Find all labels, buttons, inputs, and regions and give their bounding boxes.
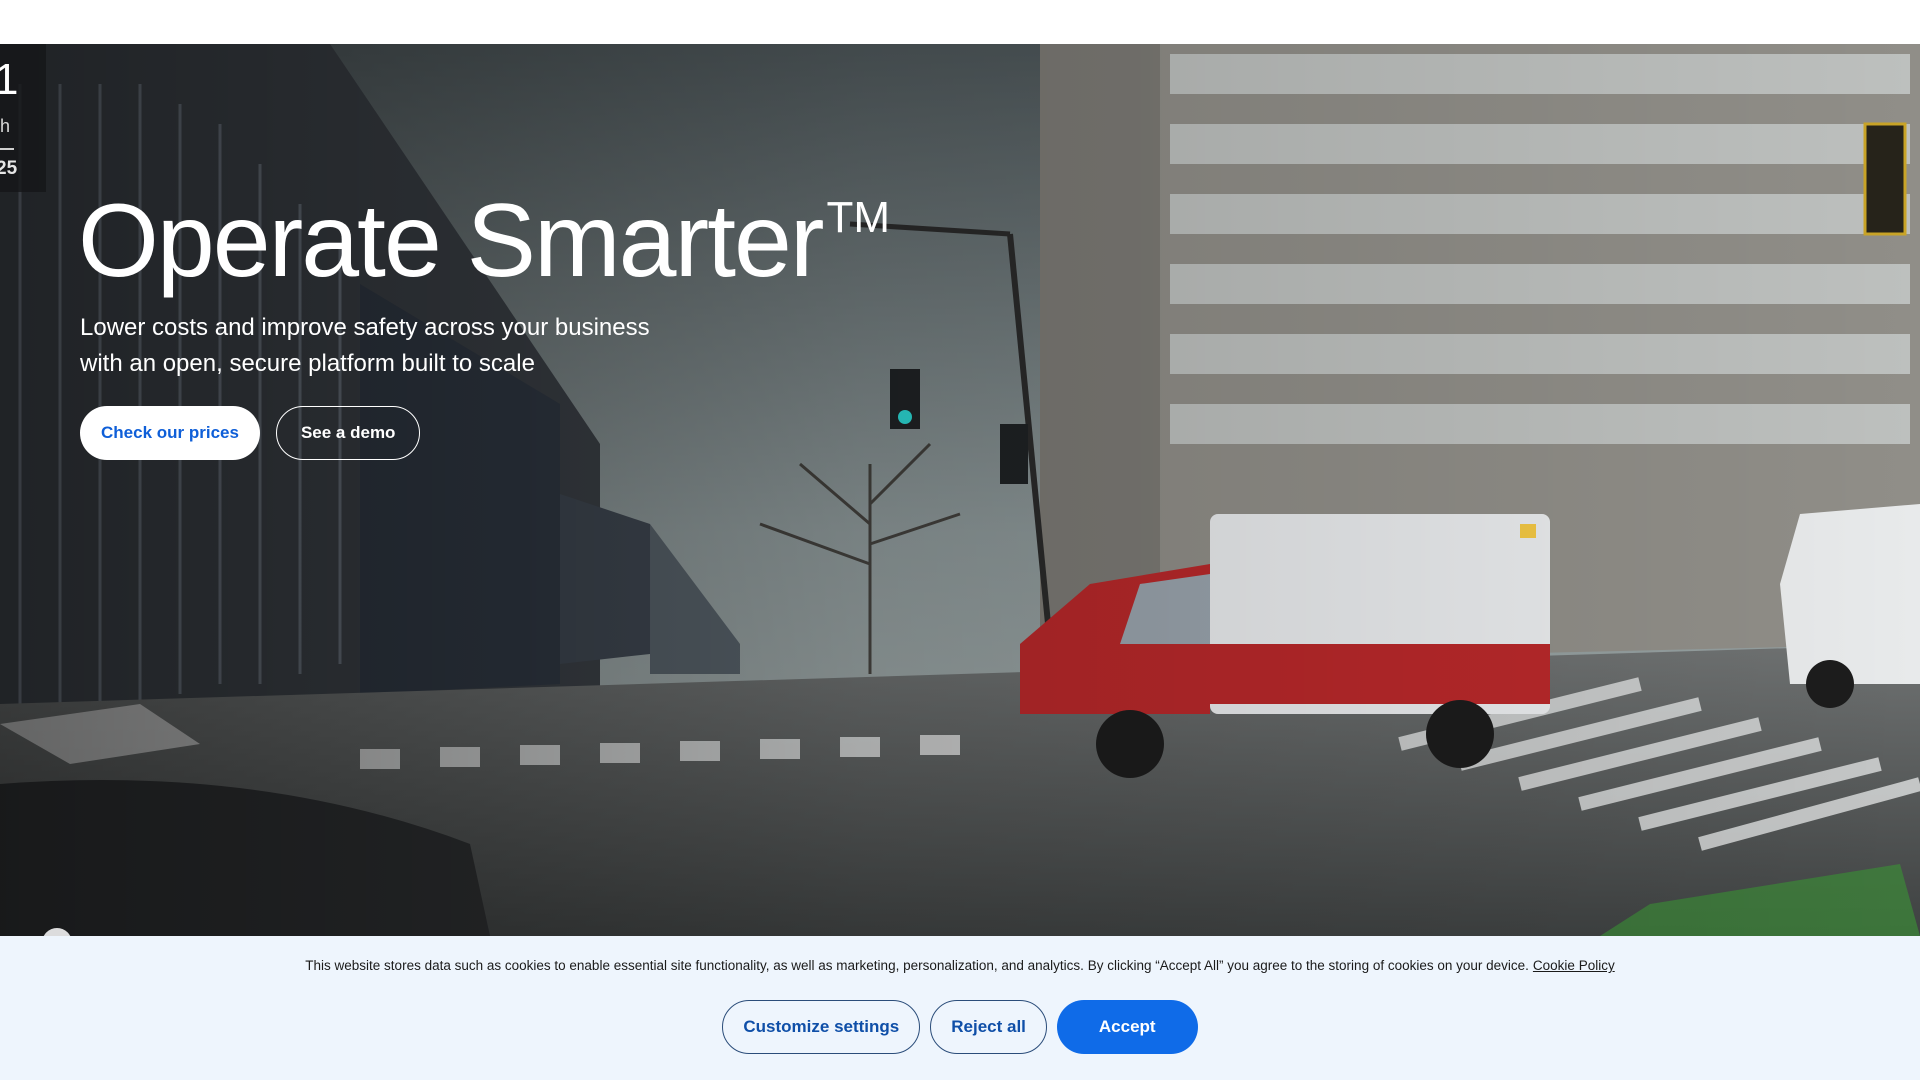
hero-section: 1 h 25 Operate SmarterTM Lower costs and… xyxy=(0,44,1920,936)
trademark-symbol: TM xyxy=(826,193,891,242)
cookie-message: This website stores data such as cookies… xyxy=(0,958,1920,973)
hero-background-video xyxy=(0,44,1920,936)
see-demo-button[interactable]: See a demo xyxy=(275,406,421,460)
speed-limit: 25 xyxy=(0,158,18,179)
hero-subtitle-line-2: with an open, secure platform built to s… xyxy=(80,350,535,377)
hero-title: Operate SmarterTM xyxy=(78,184,890,298)
customize-settings-button[interactable]: Customize settings xyxy=(722,1000,921,1054)
hero-actions: Check our prices See a demo xyxy=(80,406,421,460)
reject-all-button[interactable]: Reject all xyxy=(930,1000,1047,1054)
speed-overlay-panel: 1 h 25 xyxy=(0,44,46,192)
top-navigation-bar xyxy=(0,0,1920,44)
speed-divider xyxy=(0,148,14,150)
speed-value: 1 xyxy=(0,55,19,104)
hero-subtitle: Lower costs and improve safety across yo… xyxy=(80,310,720,382)
cookie-consent-banner: This website stores data such as cookies… xyxy=(0,936,1920,1080)
accept-button[interactable]: Accept xyxy=(1056,1000,1198,1054)
cookie-actions: Customize settings Reject all Accept xyxy=(0,1000,1920,1054)
hero-subtitle-line-1: Lower costs and improve safety across yo… xyxy=(80,314,650,341)
cookie-message-text: This website stores data such as cookies… xyxy=(305,958,1529,973)
hero-title-text: Operate Smarter xyxy=(78,183,825,299)
cookie-policy-link[interactable]: Cookie Policy xyxy=(1533,958,1615,973)
check-prices-button[interactable]: Check our prices xyxy=(80,406,260,460)
speed-unit: h xyxy=(0,116,11,136)
